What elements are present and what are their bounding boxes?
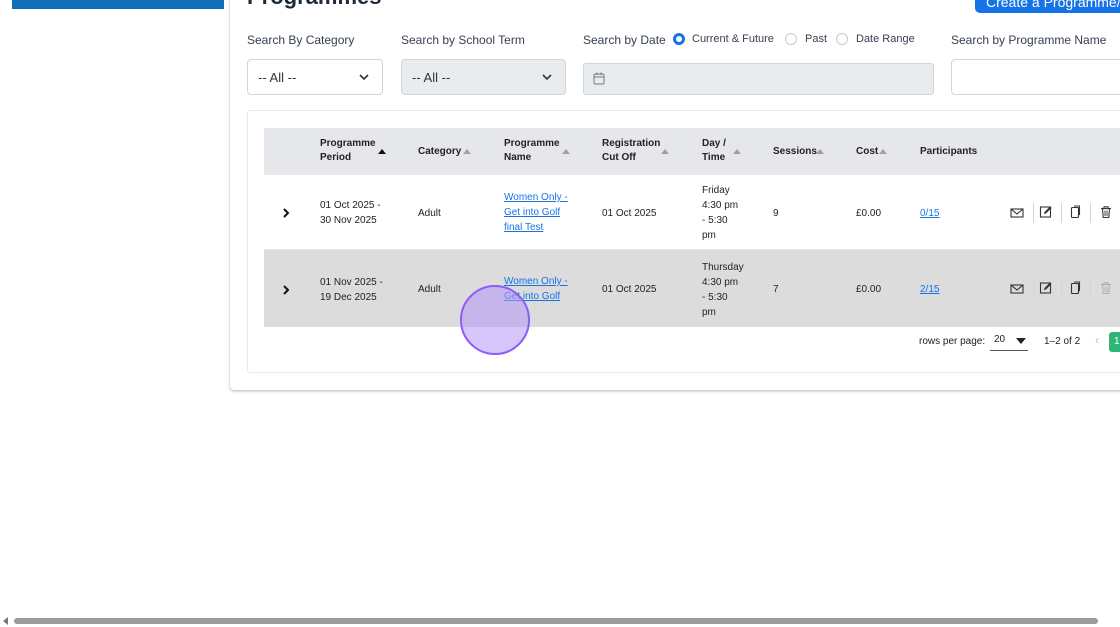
sort-icon[interactable] [733,149,741,154]
col-programme-name[interactable]: Programme Name [504,137,562,165]
category: Adult [418,284,441,295]
rows-per-page-value: 20 [994,334,1006,345]
table-row: 01 Nov 2025 -19 Dec 2025 Adult Women Onl… [264,250,1120,327]
chevron-down-icon [359,74,369,81]
cost: £0.00 [856,208,882,219]
participants-link[interactable]: 0/15 [920,206,939,221]
edit-icon[interactable] [1039,205,1053,219]
scrollbar-thumb[interactable] [14,618,1098,624]
sort-icon[interactable] [562,149,570,154]
action-divider [1033,279,1034,299]
col-participants: Participants [920,146,978,157]
term-select[interactable]: -- All -- [401,59,566,95]
col-registration-cut-off[interactable]: Registration Cut Off [602,137,664,165]
programme-period: 01 Nov 2025 -19 Dec 2025 [320,277,383,303]
sort-icon[interactable] [816,149,824,154]
col-programme-period[interactable]: Programme Period [320,137,376,165]
radio-date-range-label: Date Range [856,33,915,45]
trash-icon-disabled [1101,282,1111,295]
radio-past[interactable] [785,33,797,45]
trash-icon[interactable] [1099,205,1113,219]
previous-page-icon[interactable]: ‹ [1095,333,1099,347]
action-divider [1061,279,1062,299]
cursor-highlight [460,285,530,355]
sort-icon[interactable] [463,149,471,154]
col-category[interactable]: Category [418,145,461,159]
name-filter-label: Search by Programme Name [951,33,1107,47]
programme-name-search-input[interactable] [951,59,1120,95]
email-icon[interactable] [1010,282,1024,296]
programme-period: 01 Oct 2025 -30 Nov 2025 [320,200,381,226]
sort-icon[interactable] [879,149,887,154]
registration-cut-off: 01 Oct 2025 [602,284,657,295]
sort-icon[interactable] [661,149,669,154]
table-row: 01 Oct 2025 -30 Nov 2025 Adult Women Onl… [264,175,1120,250]
email-icon[interactable] [1010,206,1024,220]
action-divider [1090,203,1091,223]
registration-cut-off: 01 Oct 2025 [602,208,657,219]
date-range-input[interactable] [583,63,934,95]
radio-current-future[interactable] [673,33,685,45]
horizontal-scrollbar[interactable] [0,614,1120,627]
rows-per-page-select[interactable]: 20 [990,334,1028,351]
day-time: Thursday 4:30 pm - 5:30 pm [702,262,744,318]
calendar-icon [593,72,605,85]
radio-current-future-label: Current & Future [692,33,774,45]
edit-icon[interactable] [1039,281,1053,295]
chevron-right-icon[interactable] [280,207,292,219]
chevron-down-icon [542,74,552,81]
chevron-right-icon[interactable] [280,284,292,296]
radio-date-range[interactable] [836,33,848,45]
copy-icon[interactable] [1068,205,1082,219]
action-divider [1090,279,1091,299]
page-button-current[interactable]: 1 [1109,332,1120,352]
col-cost[interactable]: Cost [856,145,878,159]
category-select[interactable]: -- All -- [247,59,383,95]
term-select-value: -- All -- [412,70,451,85]
action-divider [1061,203,1062,223]
scroll-left-arrow-icon[interactable] [3,617,8,625]
col-sessions[interactable]: Sessions [773,145,817,159]
date-filter-label: Search by Date [583,33,666,47]
pagination-range: 1–2 of 2 [1044,336,1081,347]
category-filter-label: Search By Category [247,33,355,47]
cost: £0.00 [856,284,882,295]
category-select-value: -- All -- [258,70,297,85]
sort-asc-icon[interactable] [378,149,386,154]
rows-per-page-label: rows per page: [919,336,986,347]
action-divider [1033,203,1034,223]
sessions: 9 [773,208,779,219]
day-time: Friday 4:30 pm - 5:30 pm [702,185,739,241]
category: Adult [418,208,441,219]
sidebar-active-item[interactable] [12,0,224,9]
programme-name-link[interactable]: Women Only - Get into Golf final Test [504,190,568,235]
copy-icon[interactable] [1068,281,1082,295]
col-day-time[interactable]: Day / Time [702,137,734,165]
participants-link[interactable]: 2/15 [920,282,939,297]
caret-down-icon [1016,338,1026,344]
radio-past-label: Past [805,33,828,45]
sessions: 7 [773,284,779,295]
create-programme-button[interactable]: Create a Programme/Session [975,0,1120,13]
term-filter-label: Search by School Term [401,33,525,47]
table-header: Programme Period Category Programme Name… [264,128,1120,175]
page-title: Programmes [247,0,382,10]
